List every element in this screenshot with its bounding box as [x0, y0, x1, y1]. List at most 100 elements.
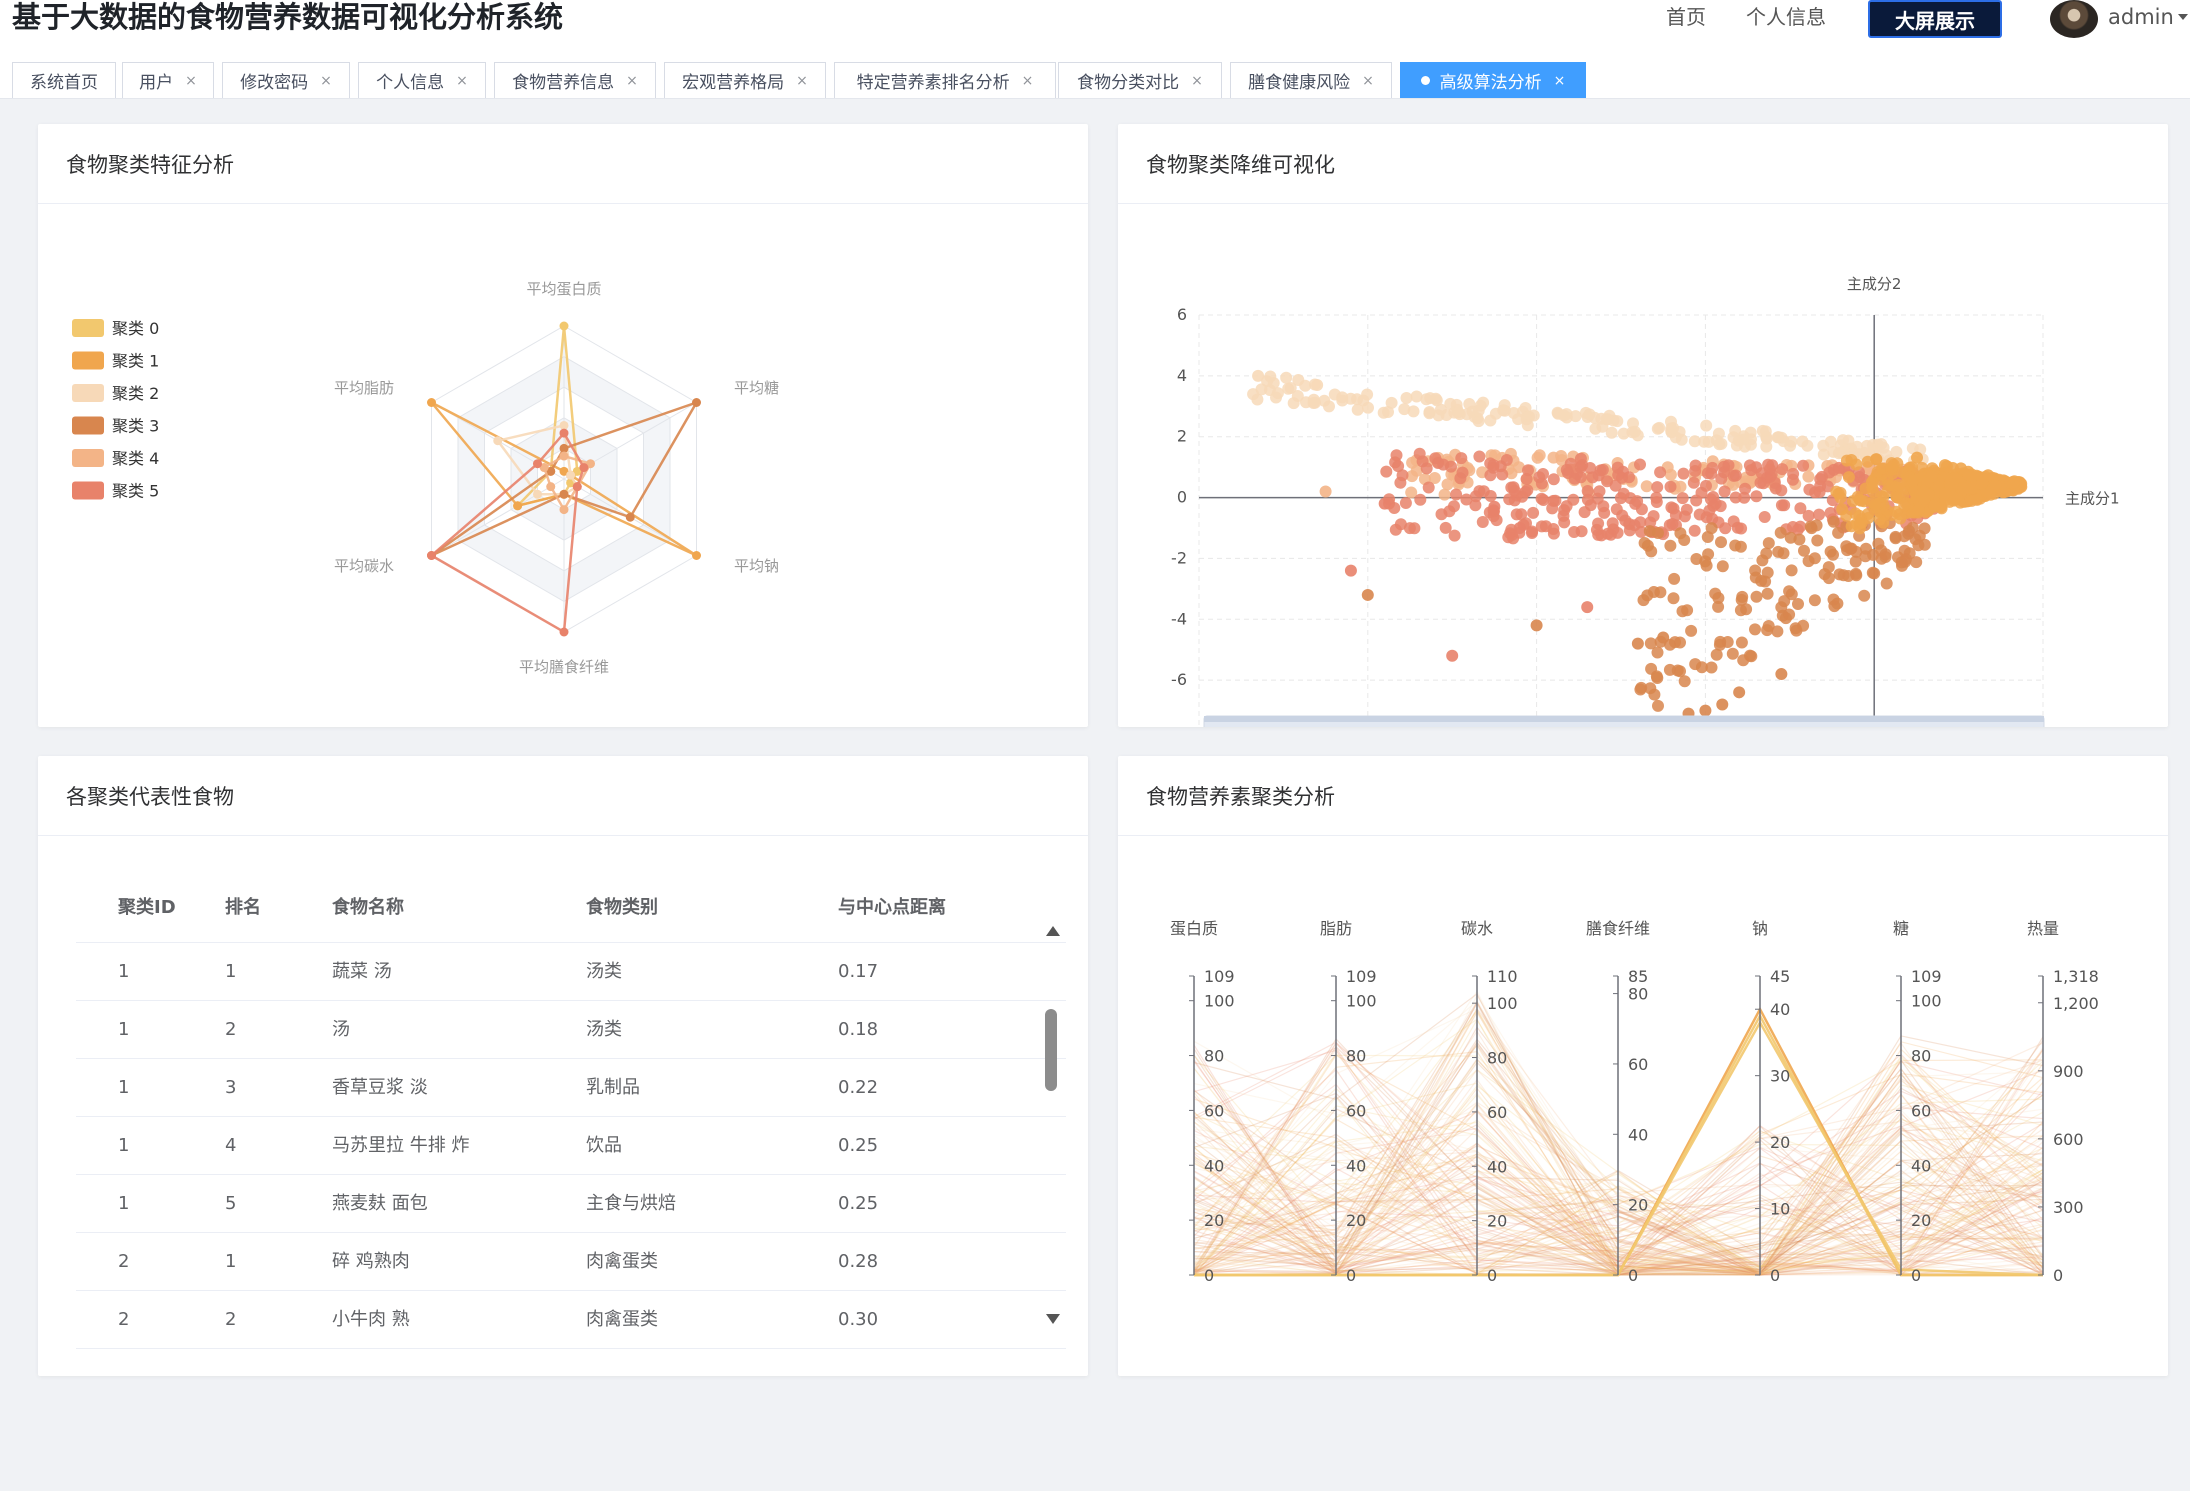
system-title: 基于大数据的食物营养数据可视化分析系统	[12, 0, 564, 34]
scatter-point	[1280, 371, 1293, 384]
tabs-bar: 系统首页 用户 × 修改密码 × 个人信息 × 食物营养信息 × 宏观营养格局 × 特定营…	[0, 52, 2190, 99]
cell-food-category: 汤类	[586, 1019, 622, 1040]
parallel-axis-name: 蛋白质	[1170, 919, 1218, 938]
table-row[interactable]: 2 2 小牛肉 熟 肉禽蛋类 0.30	[76, 1291, 1066, 1349]
scatter-point	[1675, 433, 1688, 446]
big-screen-button[interactable]: 大屏展示	[1868, 0, 2002, 38]
scatter-point	[1756, 554, 1769, 567]
cell-rank: 1	[225, 961, 237, 982]
table-row[interactable]: 1 2 汤 汤类 0.18	[76, 1001, 1066, 1059]
close-icon[interactable]: ×	[456, 73, 468, 89]
close-icon[interactable]: ×	[1191, 73, 1203, 89]
cell-cluster-id: 0	[118, 921, 129, 943]
chevron-down-icon[interactable]	[2178, 14, 2188, 20]
y-tick-label: -4	[1171, 609, 1187, 628]
table-scrollbar[interactable]	[1045, 1009, 1057, 1091]
y-tick-label: 0	[1177, 488, 1187, 507]
scatter-point	[1644, 637, 1657, 650]
cell-rank: 5	[225, 921, 236, 943]
tab-profile[interactable]: 个人信息 ×	[358, 62, 486, 98]
legend-swatch	[72, 481, 104, 500]
tab-category-compare[interactable]: 食物分类对比 ×	[1058, 62, 1222, 98]
scroll-down-icon[interactable]	[1046, 1314, 1060, 1324]
table-row[interactable]: 0 5 意大利面 主食与烘焙 0.32	[76, 921, 1066, 943]
table-row[interactable]: 1 1 蔬菜 汤 汤类 0.17	[76, 943, 1066, 1001]
scatter-point	[1252, 369, 1265, 382]
close-icon[interactable]: ×	[1362, 73, 1374, 89]
scatter-point	[1808, 552, 1821, 565]
scatter-point	[1802, 470, 1815, 483]
scatter-point	[1446, 649, 1459, 662]
tab-macro-pattern[interactable]: 宏观营养格局 ×	[664, 62, 826, 98]
close-icon[interactable]: ×	[320, 73, 332, 89]
close-icon[interactable]: ×	[1554, 73, 1566, 89]
scatter-point	[1623, 471, 1635, 484]
scatter-point	[1845, 542, 1858, 555]
parallel-tick-label: 60	[1204, 1101, 1224, 1120]
scatter-point	[1668, 572, 1681, 585]
radar-series-point	[572, 482, 582, 492]
tab-change-password[interactable]: 修改密码 ×	[222, 62, 350, 98]
scatter-point	[1291, 390, 1304, 402]
scatter-point	[1469, 499, 1482, 512]
parallel-tick-label: 85	[1628, 967, 1648, 986]
scatter-point	[1647, 510, 1660, 523]
scatter-point	[1837, 434, 1849, 447]
scatter-point	[1699, 704, 1712, 717]
avatar[interactable]	[2050, 0, 2098, 38]
close-icon[interactable]: ×	[1022, 73, 1034, 89]
scatter-point	[1270, 391, 1282, 404]
tab-nutrient-ranking[interactable]: 特定营养素排名分析 ×	[834, 62, 1056, 98]
scatter-point	[1484, 490, 1497, 502]
scatter-point	[1769, 482, 1782, 495]
table-row[interactable]: 1 4 马苏里拉 牛排 炸 饮品 0.25	[76, 1117, 1066, 1175]
tab-home[interactable]: 系统首页	[12, 62, 116, 98]
scatter-point	[1398, 403, 1411, 416]
nav-home-link[interactable]: 首页	[1666, 2, 1706, 32]
parallel-tick-label: 20	[1911, 1211, 1931, 1230]
scatter-point	[1898, 530, 1911, 543]
table-row[interactable]: 1 3 香草豆浆 淡 乳制品 0.22	[76, 1059, 1066, 1117]
tab-food-nutrition[interactable]: 食物营养信息 ×	[494, 62, 656, 98]
radar-indicator-label: 平均脂肪	[334, 379, 394, 397]
user-name[interactable]: admin	[2108, 2, 2174, 32]
legend-label: 聚类 3	[112, 417, 159, 436]
tab-user[interactable]: 用户 ×	[122, 62, 214, 98]
scatter-point	[1423, 406, 1436, 418]
radar-series-point	[559, 443, 569, 453]
scatter-point	[1323, 400, 1335, 413]
table-row[interactable]: 2 1 碎 鸡熟肉 肉禽蛋类 0.28	[76, 1233, 1066, 1291]
parallel-tick-label: 0	[1770, 1266, 1780, 1285]
scatter-point	[1361, 588, 1374, 601]
scatter-point	[1758, 511, 1771, 523]
close-icon[interactable]: ×	[626, 73, 638, 89]
scatter-point	[1701, 467, 1714, 480]
cell-rank: 5	[225, 1193, 237, 1214]
parallel-tick-label: 0	[1911, 1266, 1921, 1285]
scatter-point	[1690, 494, 1703, 507]
scatter-point	[1689, 459, 1702, 472]
cell-rank: 3	[225, 1077, 237, 1098]
scatter-point	[1378, 497, 1391, 510]
scatter-point	[1898, 499, 1911, 512]
parallel-tick-label: 900	[2053, 1062, 2084, 1081]
close-icon[interactable]: ×	[796, 73, 808, 89]
table-row[interactable]: 1 5 燕麦麸 面包 主食与烘焙 0.25	[76, 1175, 1066, 1233]
tab-label: 食物分类对比	[1077, 73, 1180, 93]
legend-label: 聚类 4	[112, 449, 159, 468]
legend-label: 聚类 1	[112, 352, 159, 371]
close-icon[interactable]: ×	[185, 73, 197, 89]
nav-profile-link[interactable]: 个人信息	[1746, 2, 1826, 32]
scroll-up-icon[interactable]	[1046, 926, 1060, 936]
scatter-point	[1783, 585, 1796, 598]
scatter-point	[1700, 479, 1712, 492]
scatter-point	[1762, 537, 1775, 550]
radar-series-point	[692, 551, 702, 560]
scatter-point	[1652, 699, 1664, 712]
tab-diet-risk[interactable]: 膳食健康风险 ×	[1230, 62, 1392, 98]
tab-advanced-algorithm[interactable]: 高级算法分析 ×	[1400, 62, 1586, 98]
scatter-point	[1574, 461, 1587, 474]
cell-food-category: 肉禽蛋类	[586, 1251, 658, 1272]
scatter-point	[1879, 548, 1892, 561]
scatter-point	[1617, 487, 1630, 500]
